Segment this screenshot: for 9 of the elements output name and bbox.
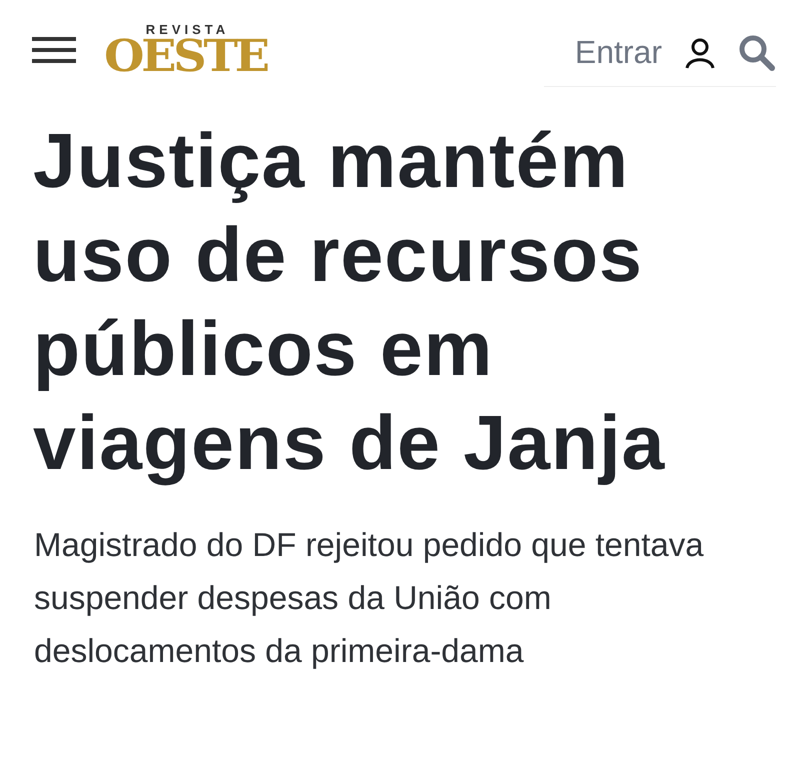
article-subtitle: Magistrado do DF rejeitou pedido que tentava suspender despesas da União com deslocamentos da primeira-dama xyxy=(34,525,705,671)
account-button[interactable] xyxy=(684,36,716,68)
person-icon xyxy=(684,36,716,68)
login-link[interactable]: Entrar xyxy=(574,34,662,71)
logo-caption: REVISTA xyxy=(144,23,230,37)
search-icon xyxy=(738,34,776,72)
logo-wordmark[interactable]: OESTE xyxy=(104,37,267,77)
article-headline: Justiça mantém uso de recursos públicos em viagens de Janja xyxy=(33,117,666,488)
search-button[interactable] xyxy=(738,34,776,72)
